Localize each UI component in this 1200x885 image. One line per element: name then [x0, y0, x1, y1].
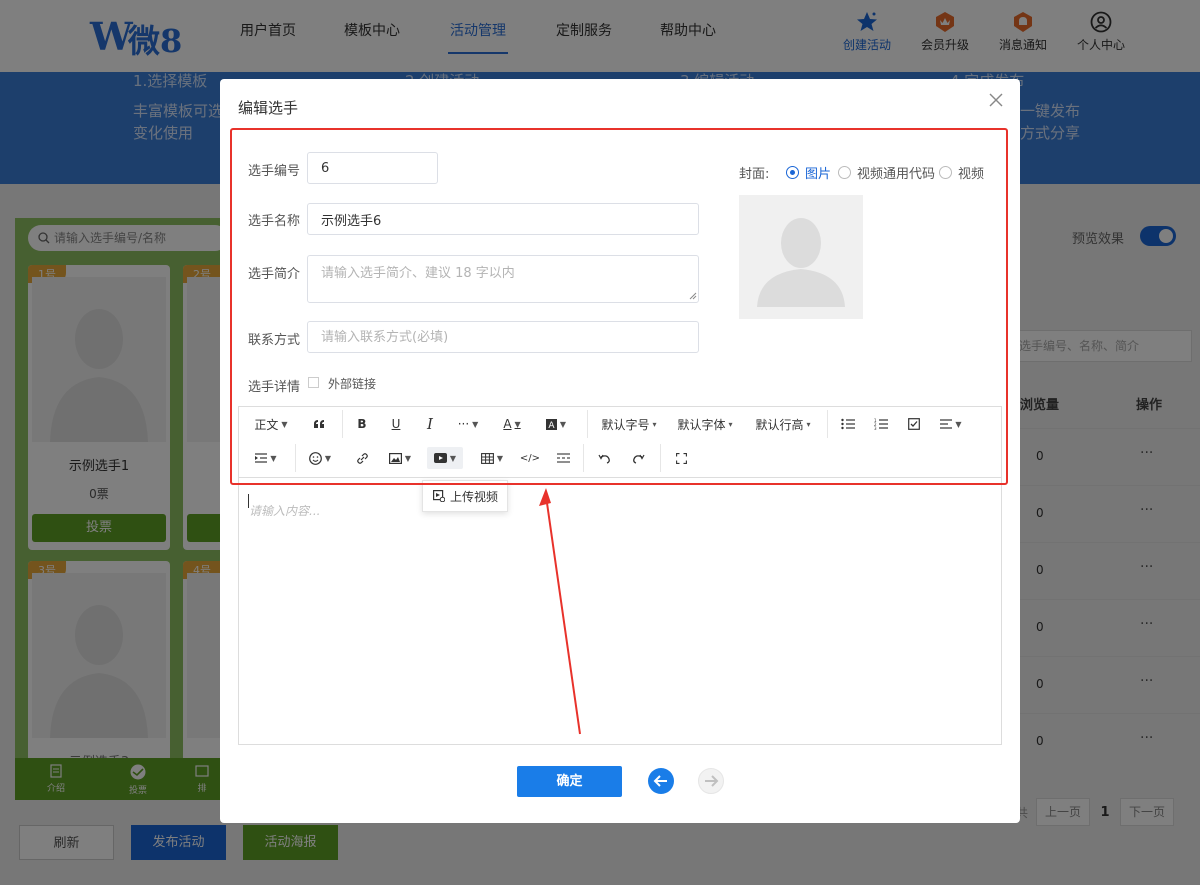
- underline-icon[interactable]: U: [385, 413, 407, 435]
- contact-label: 联系方式: [248, 333, 301, 348]
- numbered-list-icon[interactable]: 123: [870, 413, 892, 435]
- contestant-intro-label: 选手简介: [248, 267, 301, 282]
- dialog-title: 编辑选手: [238, 99, 299, 117]
- quote-icon[interactable]: [305, 413, 333, 435]
- todo-checkbox-icon[interactable]: [903, 413, 925, 435]
- font-size-label: 默认字号: [601, 417, 650, 432]
- arrow-right-icon: [705, 775, 719, 787]
- svg-text:3: 3: [874, 426, 877, 430]
- rich-text-toolbar: 正文 ▼ B U I ··· ▼ A ▼ A ▼ 默认字号 ▾ 默认字体 ▾ 默认行高 ▾ 1…: [238, 406, 1002, 477]
- svg-text:A: A: [548, 421, 555, 430]
- line-height-label: 默认行高: [755, 417, 804, 432]
- font-family-label: 默认字体: [677, 417, 726, 432]
- contestant-number-label: 选手编号: [248, 164, 301, 179]
- contestant-name-label: 选手名称: [248, 214, 301, 229]
- video-icon: [433, 453, 447, 463]
- cover-option-label: 视频: [958, 167, 985, 182]
- italic-icon[interactable]: I: [419, 413, 441, 435]
- paragraph-format-label: 正文: [254, 417, 279, 432]
- image-icon: [388, 452, 402, 464]
- code-icon[interactable]: </>: [519, 447, 541, 469]
- image-dropdown[interactable]: ▼: [385, 447, 415, 469]
- video-dropdown[interactable]: ▼: [427, 447, 463, 469]
- upload-video-menu-item[interactable]: 上传视频: [422, 480, 508, 512]
- radio-dot: [838, 166, 851, 179]
- font-family-dropdown[interactable]: 默认字体 ▾: [673, 413, 737, 435]
- radio-dot: [786, 166, 799, 179]
- upload-video-icon: [433, 490, 445, 502]
- contestant-number-input[interactable]: [307, 152, 438, 184]
- contestant-name-input[interactable]: [307, 203, 699, 235]
- link-icon[interactable]: [351, 447, 373, 469]
- font-color-dropdown[interactable]: A ▼: [497, 413, 527, 435]
- cover-label: 封面:: [739, 167, 770, 182]
- previous-contestant-button[interactable]: [648, 768, 674, 794]
- editor-placeholder: 请输入内容...: [249, 504, 321, 518]
- redo-icon[interactable]: [627, 447, 649, 469]
- align-dropdown[interactable]: ▼: [936, 413, 966, 435]
- table-icon: [480, 452, 494, 464]
- divider-icon[interactable]: [552, 447, 574, 469]
- line-height-dropdown[interactable]: 默认行高 ▾: [751, 413, 815, 435]
- next-contestant-button[interactable]: [698, 768, 724, 794]
- external-link-label[interactable]: 外部链接: [328, 375, 376, 392]
- undo-icon[interactable]: [593, 447, 615, 469]
- cover-option-video[interactable]: 视频: [939, 163, 984, 182]
- cover-option-label: 图片: [805, 167, 832, 182]
- close-icon[interactable]: [988, 92, 1004, 108]
- highlight-icon: A: [545, 418, 557, 430]
- fullscreen-icon[interactable]: [670, 447, 692, 469]
- external-link-checkbox[interactable]: [308, 377, 319, 388]
- arrow-left-icon: [653, 775, 667, 787]
- cover-option-video-code[interactable]: 视频通用代码: [838, 163, 935, 182]
- contestant-intro-textarea[interactable]: [307, 255, 699, 303]
- indent-dropdown[interactable]: ▼: [251, 447, 281, 469]
- bold-icon[interactable]: B: [351, 413, 373, 435]
- cover-option-label: 视频通用代码: [857, 167, 936, 182]
- smile-icon: [309, 451, 322, 465]
- font-size-dropdown[interactable]: 默认字号 ▾: [597, 413, 661, 435]
- contestant-detail-label: 选手详情: [248, 380, 301, 395]
- rich-text-editor[interactable]: 请输入内容...: [238, 477, 1002, 745]
- contact-input[interactable]: [307, 321, 699, 353]
- edit-contestant-dialog: 编辑选手 选手编号 选手名称 选手简介 联系方式 选手详情 外部链接 封面: 图…: [220, 79, 1020, 823]
- bulleted-list-icon[interactable]: [837, 413, 859, 435]
- cover-option-image[interactable]: 图片: [786, 163, 831, 182]
- resize-handle-icon[interactable]: [689, 292, 697, 300]
- more-format-dropdown[interactable]: ··· ▼: [453, 413, 483, 435]
- confirm-button[interactable]: 确定: [517, 766, 622, 797]
- avatar-placeholder-icon: [757, 218, 845, 307]
- table-dropdown[interactable]: ▼: [477, 447, 507, 469]
- paragraph-format-dropdown[interactable]: 正文 ▼: [251, 413, 291, 435]
- emoji-dropdown[interactable]: ▼: [305, 447, 335, 469]
- radio-dot: [939, 166, 952, 179]
- background-color-dropdown[interactable]: A ▼: [541, 413, 571, 435]
- upload-video-label: 上传视频: [450, 489, 499, 504]
- cover-image-upload[interactable]: [739, 195, 863, 319]
